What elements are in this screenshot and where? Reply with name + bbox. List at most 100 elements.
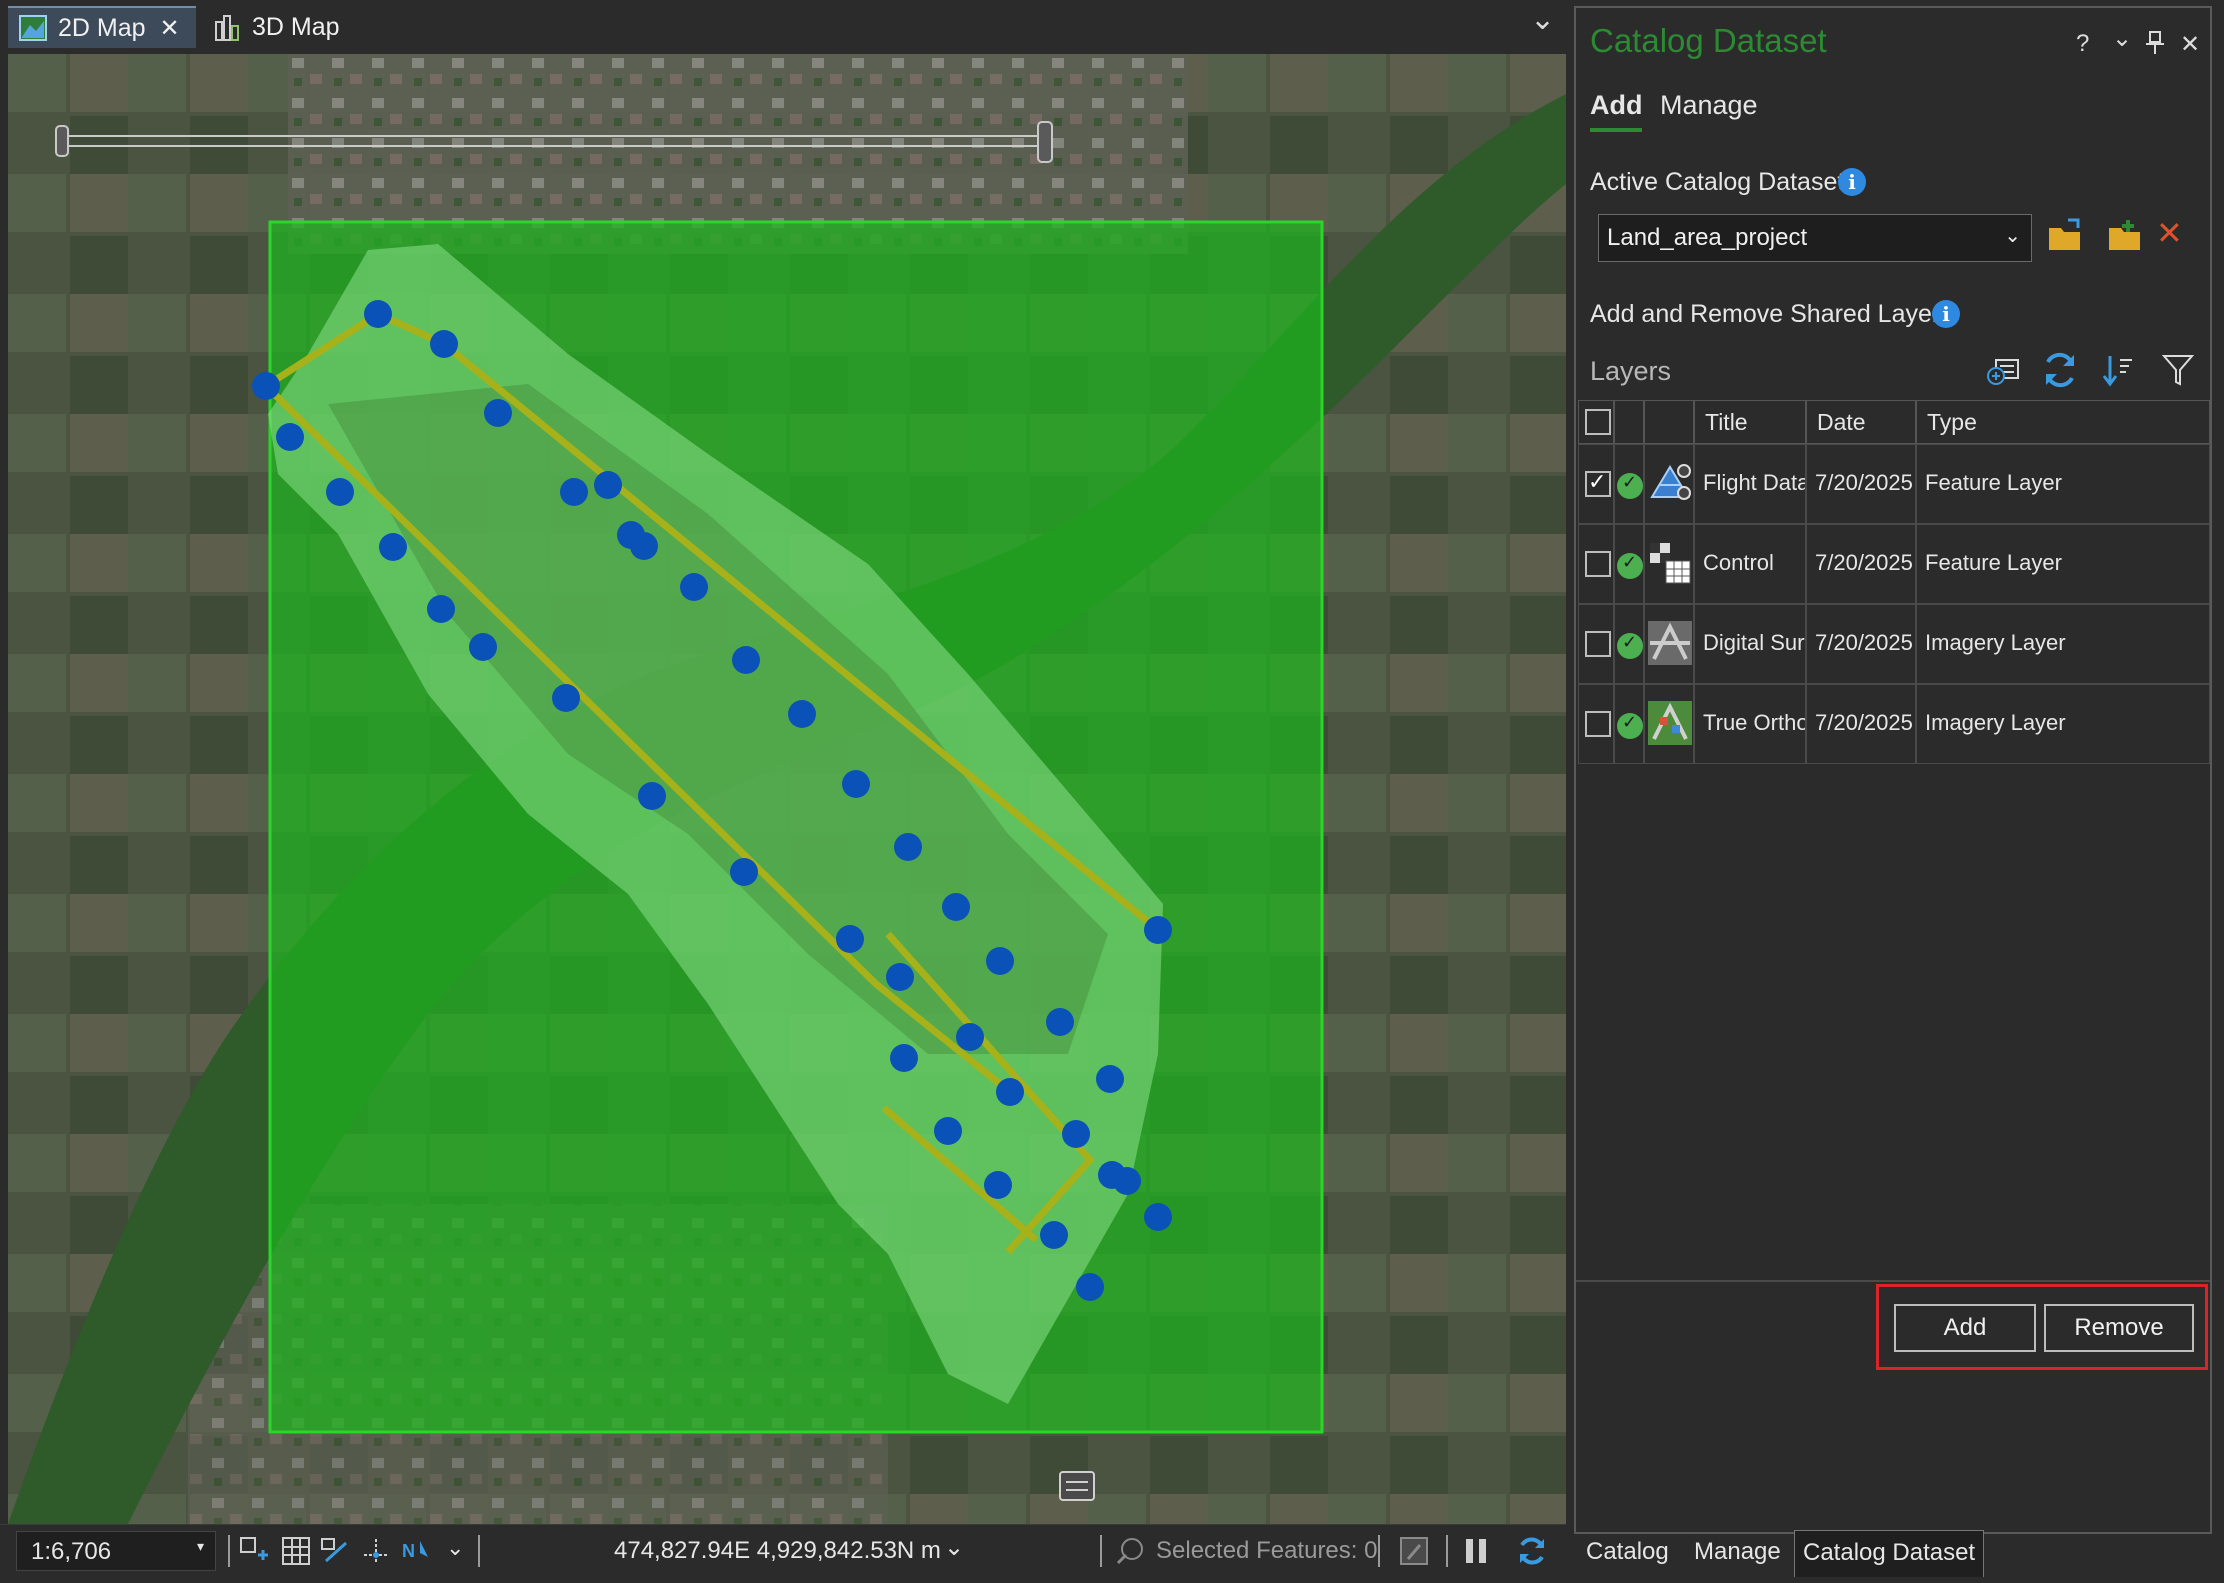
flight-point[interactable] xyxy=(986,947,1014,975)
table-row[interactable]: ✓ True Ortho 7/20/2025 Imagery Layer xyxy=(1578,684,2210,764)
filter-icon[interactable] xyxy=(2160,352,2196,388)
remove-dataset-icon[interactable]: ✕ xyxy=(2156,214,2183,252)
tabs-overflow-chevron-icon[interactable]: ⌄ xyxy=(1530,2,1555,37)
layer-checkbox[interactable] xyxy=(1585,711,1611,737)
flight-point[interactable] xyxy=(894,833,922,861)
flight-point[interactable] xyxy=(364,300,392,328)
flight-point[interactable] xyxy=(1144,916,1172,944)
open-folder-icon[interactable] xyxy=(2046,216,2086,256)
selection-icon[interactable] xyxy=(1114,1535,1146,1567)
flight-point[interactable] xyxy=(379,533,407,561)
add-button[interactable]: Add xyxy=(1894,1304,2036,1352)
flight-point[interactable] xyxy=(1046,1008,1074,1036)
pause-drawing-icon[interactable] xyxy=(1460,1535,1492,1567)
flight-point[interactable] xyxy=(996,1078,1024,1106)
sort-icon[interactable] xyxy=(2100,352,2136,388)
row-icon-cell xyxy=(1644,604,1694,684)
flight-point[interactable] xyxy=(1113,1167,1141,1195)
flight-point[interactable] xyxy=(1076,1273,1104,1301)
flight-point[interactable] xyxy=(594,471,622,499)
grid-icon[interactable] xyxy=(280,1535,312,1567)
layer-checkbox[interactable] xyxy=(1585,551,1611,577)
layer-checkbox[interactable] xyxy=(1585,631,1611,657)
flight-point[interactable] xyxy=(842,770,870,798)
table-row[interactable]: ✓ Digital Surface7/20/2025Imagery Layer xyxy=(1578,604,2210,684)
north-arrow-icon[interactable]: N xyxy=(400,1535,432,1567)
table-empty-area xyxy=(1578,770,2210,1286)
flight-point[interactable] xyxy=(252,372,280,400)
row-status-cell: ✓ xyxy=(1614,444,1644,524)
row-icon-cell xyxy=(1644,444,1694,524)
flight-point[interactable] xyxy=(942,893,970,921)
table-row[interactable]: ✓ ✓ Flight Data 7/20/2025 Feature Layer xyxy=(1578,444,2210,524)
info-icon[interactable]: i xyxy=(1838,168,1866,196)
flight-point[interactable] xyxy=(276,423,304,451)
close-icon[interactable]: ✕ xyxy=(2180,30,2200,59)
layer-type: Imagery Layer xyxy=(1916,604,2210,684)
help-icon[interactable]: ? xyxy=(2076,30,2089,58)
flight-point[interactable] xyxy=(430,330,458,358)
row-icon-cell xyxy=(1644,684,1694,764)
flight-point[interactable] xyxy=(984,1171,1012,1199)
tab-manage[interactable]: Manage xyxy=(1660,90,1758,121)
flight-point[interactable] xyxy=(326,478,354,506)
coordinate-readout: 474,827.94E 4,929,842.53N m xyxy=(614,1537,941,1564)
snapping-icon[interactable] xyxy=(320,1535,352,1567)
map-view[interactable] xyxy=(8,54,1566,1524)
flight-point[interactable] xyxy=(730,858,758,886)
map-canvas[interactable] xyxy=(8,54,1566,1524)
refresh-icon[interactable] xyxy=(1516,1535,1548,1567)
constraint-icon[interactable] xyxy=(360,1535,392,1567)
remove-button[interactable]: Remove xyxy=(2044,1304,2194,1352)
table-row[interactable]: ✓ Control 7/20/2025 Feature Layer xyxy=(1578,524,2210,604)
flight-point[interactable] xyxy=(1144,1203,1172,1231)
column-header-type[interactable]: Type xyxy=(1916,400,2210,444)
close-icon[interactable]: ✕ xyxy=(160,14,180,43)
flight-point[interactable] xyxy=(890,1044,918,1072)
layer-date: 7/20/2025 xyxy=(1806,524,1916,604)
add-to-selection-icon[interactable] xyxy=(238,1535,270,1567)
navigation-dropdown-icon[interactable]: ⌄ xyxy=(446,1535,464,1561)
flight-point[interactable] xyxy=(1096,1065,1124,1093)
tab-3d-map[interactable]: 3D Map xyxy=(208,6,368,48)
flight-point[interactable] xyxy=(732,646,760,674)
pin-icon[interactable] xyxy=(2144,30,2166,56)
row-icon-cell xyxy=(1644,524,1694,604)
flight-point[interactable] xyxy=(617,521,645,549)
flight-point[interactable] xyxy=(552,684,580,712)
flight-point[interactable] xyxy=(469,633,497,661)
flight-point[interactable] xyxy=(638,782,666,810)
flight-point[interactable] xyxy=(934,1117,962,1145)
scale-selector[interactable]: 1:6,706 ▾ xyxy=(16,1531,216,1571)
column-header-date[interactable]: Date xyxy=(1806,400,1916,444)
menu-chevron-icon[interactable]: ⌄ xyxy=(2112,24,2132,53)
tab-3d-label: 3D Map xyxy=(252,12,340,41)
flight-point[interactable] xyxy=(836,925,864,953)
flight-point[interactable] xyxy=(1062,1120,1090,1148)
flight-point[interactable] xyxy=(427,595,455,623)
layer-checkbox[interactable]: ✓ xyxy=(1585,469,1611,497)
column-header-title[interactable]: Title xyxy=(1694,400,1806,444)
select-all-checkbox[interactable] xyxy=(1585,409,1611,435)
flight-point[interactable] xyxy=(1040,1221,1068,1249)
flight-point[interactable] xyxy=(886,963,914,991)
bottom-tab-catalog-dataset[interactable]: Catalog Dataset xyxy=(1794,1530,1985,1577)
flight-point[interactable] xyxy=(788,700,816,728)
add-layer-icon[interactable] xyxy=(1986,352,2022,388)
tab-add[interactable]: Add xyxy=(1590,90,1642,121)
map-cursor-icon[interactable] xyxy=(1398,1535,1430,1567)
flight-point[interactable] xyxy=(680,573,708,601)
tab-2d-map[interactable]: 2D Map ✕ xyxy=(8,6,196,48)
refresh-list-icon[interactable] xyxy=(2042,352,2078,388)
flight-point[interactable] xyxy=(484,399,512,427)
bottom-tab-manage[interactable]: Manage xyxy=(1686,1530,1789,1576)
overview-map-icon[interactable] xyxy=(1059,1471,1095,1501)
flight-point[interactable] xyxy=(560,478,588,506)
coordinate-format-dropdown-icon[interactable]: ⌄ xyxy=(944,1533,964,1562)
bottom-tab-catalog[interactable]: Catalog xyxy=(1578,1530,1677,1576)
new-dataset-icon[interactable] xyxy=(2106,214,2146,254)
status-separator xyxy=(1378,1535,1380,1567)
flight-point[interactable] xyxy=(956,1023,984,1051)
active-dataset-dropdown[interactable]: Land_area_project ⌄ xyxy=(1598,214,2032,262)
info-icon[interactable]: i xyxy=(1932,300,1960,328)
